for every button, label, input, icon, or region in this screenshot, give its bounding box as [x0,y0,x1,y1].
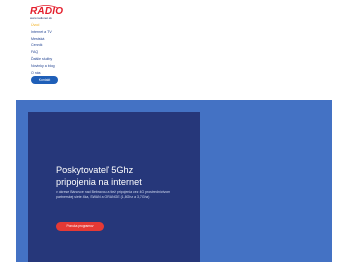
nav-item-dalsie-sluzby[interactable]: Ďalšie služby [31,56,55,63]
programs-offer-button[interactable]: Ponuka programov [56,222,104,231]
hero-description: v okrese Bánovce nad Bebravou a tiež pri… [56,190,171,200]
nav-item-uvod[interactable]: Úvod [31,22,55,29]
hero-title: Poskytovateľ 5Ghz pripojenia na internet [56,164,196,188]
nav-item-internet-tv[interactable]: Internet a TV [31,29,55,36]
main-nav: Úvod Internet a TV Mestská Cenník FAQ Ďa… [31,22,55,76]
nav-item-novinky-blog[interactable]: Novinky a blog [31,63,55,70]
nav-item-faq[interactable]: FAQ [31,49,55,56]
logo-tagline: www.radionet.sk [30,16,52,20]
nav-item-cennik[interactable]: Cenník [31,42,55,49]
site-header: RADIO www.radionet.sk Úvod Internet a TV… [0,0,350,100]
nav-item-mestska[interactable]: Mestská [31,36,55,43]
contact-button[interactable]: Kontakt [31,76,58,84]
hero-title-line-2: pripojenia na internet [56,177,142,187]
hero-title-line-1: Poskytovateľ 5Ghz [56,165,134,175]
radio-logo[interactable]: RADIO www.radionet.sk [28,4,64,20]
